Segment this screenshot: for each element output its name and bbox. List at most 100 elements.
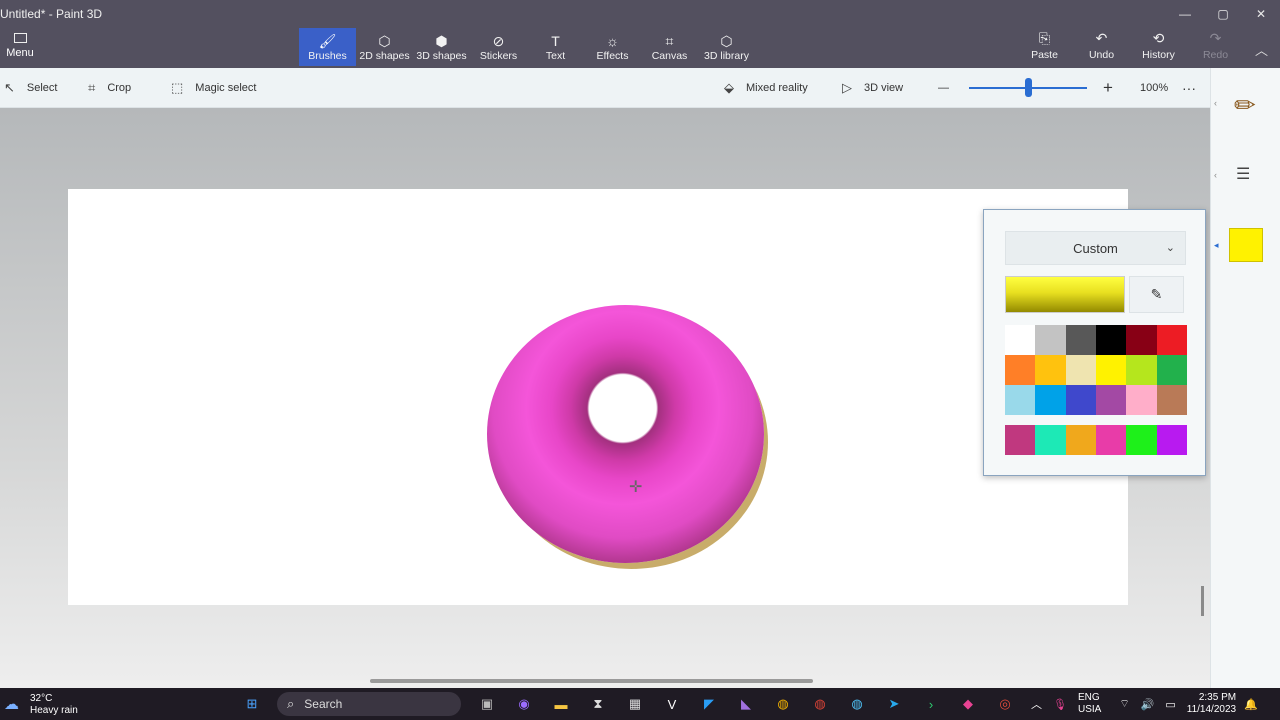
crop-button[interactable]: ⌗ Crop bbox=[88, 68, 131, 108]
date: 11/14/2023 bbox=[1186, 704, 1237, 715]
palette-color-swatch[interactable] bbox=[1035, 355, 1066, 385]
expand-arrow-icon[interactable]: ‹ bbox=[1214, 170, 1217, 180]
volume-icon[interactable]: 🔊 bbox=[1141, 698, 1155, 711]
teams-icon[interactable]: ◉ bbox=[512, 693, 536, 715]
brush-icon: 🖌 bbox=[318, 33, 337, 49]
expand-arrow-icon[interactable]: ‹ bbox=[1214, 98, 1217, 108]
custom-color-swatch[interactable] bbox=[1035, 425, 1066, 455]
palette-color-swatch[interactable] bbox=[1005, 325, 1036, 355]
tab-label: 2D shapes bbox=[359, 50, 410, 62]
paint-3d-icon[interactable]: ◆ bbox=[956, 693, 980, 715]
history-button[interactable]: ⟲ History bbox=[1130, 30, 1187, 61]
close-button[interactable]: ✕ bbox=[1242, 0, 1280, 28]
select-label: Select bbox=[26, 82, 58, 94]
custom-color-swatch[interactable] bbox=[1126, 425, 1157, 455]
windows-start-icon[interactable]: ⊞ bbox=[240, 693, 264, 715]
3d-library-icon: ⬡ bbox=[720, 33, 733, 49]
custom-color-swatch[interactable] bbox=[1095, 425, 1127, 455]
microphone-icon[interactable]: 🎙 bbox=[1053, 698, 1067, 711]
clock[interactable]: 2:35 PM 11/14/2023 bbox=[1187, 692, 1236, 716]
palette-color-swatch[interactable] bbox=[1065, 355, 1096, 385]
telegram-icon[interactable]: ➤ bbox=[882, 693, 906, 715]
recorder-icon[interactable]: ◎ bbox=[993, 693, 1017, 715]
palette-color-swatch[interactable] bbox=[1035, 325, 1066, 355]
zoom-slider-thumb[interactable] bbox=[1025, 78, 1032, 97]
settings-sliders-icon[interactable]: ☰ bbox=[1236, 164, 1250, 184]
palette-color-swatch[interactable] bbox=[1126, 355, 1157, 385]
palette-color-swatch[interactable] bbox=[1005, 385, 1036, 415]
calculator-icon[interactable]: ▦ bbox=[623, 693, 647, 715]
tab-brushes[interactable]: 🖌 Brushes bbox=[299, 28, 356, 66]
selected-arrow-icon: ◂ bbox=[1214, 240, 1219, 250]
magic-select-button[interactable]: ⬚ Magic select bbox=[171, 68, 256, 108]
undo-button[interactable]: ↶ Undo bbox=[1073, 30, 1130, 61]
palette-color-swatch[interactable] bbox=[1095, 355, 1127, 385]
vscode-icon[interactable]: ◤ bbox=[697, 693, 721, 715]
chevron-up-icon[interactable]: ︿ bbox=[1031, 696, 1042, 712]
collapse-ribbon-icon[interactable]: ︿ bbox=[1255, 40, 1268, 59]
task-view-icon[interactable]: ▣ bbox=[475, 693, 499, 715]
select-button[interactable]: ↖ Select bbox=[4, 68, 57, 108]
paste-button[interactable]: ⎘ Paste bbox=[1016, 30, 1073, 61]
side-panel: ‹ ✏ ‹ ☰ ◂ bbox=[1210, 68, 1280, 688]
menu-button[interactable]: Menu bbox=[0, 30, 40, 66]
palette-color-swatch[interactable] bbox=[1126, 325, 1157, 355]
file-explorer-icon[interactable]: ▬ bbox=[549, 693, 573, 715]
weather-widget[interactable]: ☁ 32°C Heavy rain bbox=[4, 693, 78, 717]
taskbar-search[interactable]: ⌕ Search bbox=[277, 692, 461, 716]
tab-text[interactable]: T Text bbox=[527, 28, 584, 66]
vertical-scrollbar[interactable] bbox=[1201, 586, 1204, 616]
palette-color-swatch[interactable] bbox=[1156, 325, 1187, 355]
current-color-swatch[interactable] bbox=[1005, 276, 1125, 313]
tab-canvas[interactable]: ⌗ Canvas bbox=[641, 28, 698, 66]
eyedropper-button[interactable]: ✎ bbox=[1129, 276, 1184, 313]
minimize-button[interactable]: — bbox=[1166, 0, 1204, 28]
palette-color-swatch[interactable] bbox=[1095, 385, 1127, 415]
palette-color-swatch[interactable] bbox=[1005, 355, 1036, 385]
palette-color-swatch[interactable] bbox=[1095, 325, 1127, 355]
chrome-alt-icon[interactable]: ◍ bbox=[808, 693, 832, 715]
redo-button[interactable]: ↷ Redo bbox=[1187, 30, 1244, 61]
palette-color-swatch[interactable] bbox=[1156, 355, 1187, 385]
history-label: History bbox=[1142, 49, 1175, 61]
more-options-button[interactable]: ··· bbox=[1182, 68, 1196, 108]
drawing-canvas[interactable] bbox=[68, 189, 1128, 605]
vectorworks-icon[interactable]: V bbox=[660, 693, 684, 715]
visual-studio-icon[interactable]: ◣ bbox=[734, 693, 758, 715]
tab-3d-library[interactable]: ⬡ 3D library bbox=[698, 28, 755, 66]
tab-effects[interactable]: ☼ Effects bbox=[584, 28, 641, 66]
terminal-icon[interactable]: › bbox=[919, 693, 943, 715]
custom-color-swatch[interactable] bbox=[1005, 425, 1036, 455]
palette-color-swatch[interactable] bbox=[1156, 385, 1187, 415]
notification-bell-icon[interactable]: 🔔 bbox=[1244, 698, 1258, 711]
zoom-in-button[interactable]: + bbox=[1103, 68, 1113, 108]
maximize-button[interactable]: ▢ bbox=[1204, 0, 1242, 28]
custom-color-swatch[interactable] bbox=[1156, 425, 1187, 455]
browser-icon[interactable]: ◍ bbox=[845, 693, 869, 715]
palette-color-swatch[interactable] bbox=[1035, 385, 1066, 415]
zoom-out-button[interactable]: — bbox=[938, 68, 949, 108]
tab-2d-shapes[interactable]: ⬡ 2D shapes bbox=[356, 28, 413, 66]
donut-3d-model[interactable] bbox=[487, 305, 764, 563]
tab-stickers[interactable]: ⊘ Stickers bbox=[470, 28, 527, 66]
mixed-reality-button[interactable]: ⬙ Mixed reality bbox=[724, 68, 808, 108]
system-tray: ︿ 🎙 ENG USIA ⌔ 🔊 ▭ 2:35 PM 11/14/2023 🔔 bbox=[1031, 692, 1269, 716]
chrome-icon[interactable]: ◍ bbox=[771, 693, 795, 715]
tab-label: Stickers bbox=[479, 50, 518, 62]
horizontal-scrollbar[interactable] bbox=[370, 679, 813, 683]
palette-color-swatch[interactable] bbox=[1065, 385, 1096, 415]
palette-color-swatch[interactable] bbox=[1126, 385, 1157, 415]
language-indicator[interactable]: ENG USIA bbox=[1078, 692, 1101, 716]
tab-label: Text bbox=[545, 50, 566, 62]
tab-label: 3D shapes bbox=[416, 50, 467, 62]
wifi-icon[interactable]: ⌔ bbox=[1119, 697, 1129, 711]
palette-color-swatch[interactable] bbox=[1065, 325, 1096, 355]
3d-view-button[interactable]: ▷ 3D view bbox=[842, 68, 903, 108]
color-mode-dropdown[interactable]: Custom ⌄ bbox=[1005, 231, 1186, 265]
custom-color-swatch[interactable] bbox=[1065, 425, 1096, 455]
selected-color-swatch[interactable] bbox=[1229, 228, 1263, 262]
hourglass-icon[interactable]: ⧗ bbox=[586, 693, 610, 715]
pencil-tool-icon[interactable]: ✏ bbox=[1234, 90, 1256, 120]
battery-icon[interactable]: ▭ bbox=[1165, 698, 1175, 711]
tab-3d-shapes[interactable]: ⬢ 3D shapes bbox=[413, 28, 470, 66]
